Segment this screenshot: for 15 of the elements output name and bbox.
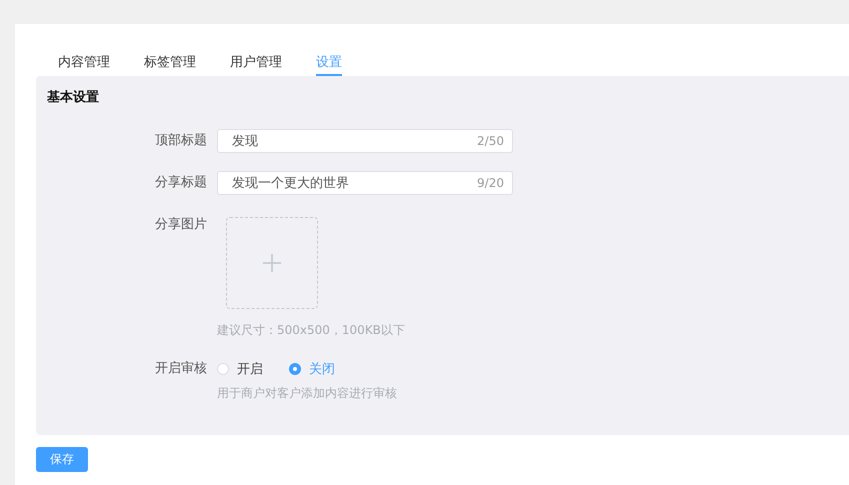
hint-text: 用于商户对客户添加内容进行审核 (217, 385, 397, 402)
text-field[interactable]: 发现 2/50 (217, 129, 513, 153)
field-label: 顶部标题 (154, 132, 208, 150)
image-upload[interactable] (226, 217, 318, 309)
field-label: 开启审核 (154, 360, 208, 378)
tab[interactable]: 内容管理 (58, 48, 110, 76)
section-title: 基本设置 (47, 89, 99, 106)
field-label: 分享图片 (154, 216, 208, 234)
tab[interactable]: 用户管理 (230, 48, 282, 76)
radio-option[interactable]: 开启 (217, 360, 263, 378)
hint-text: 建议尺寸：500x500，100KB以下 (217, 322, 405, 339)
field-label: 分享标题 (154, 174, 208, 192)
plus-icon (263, 254, 281, 272)
text-field[interactable]: 发现一个更大的世界 9/20 (217, 171, 513, 195)
tab[interactable]: 标签管理 (144, 48, 196, 76)
